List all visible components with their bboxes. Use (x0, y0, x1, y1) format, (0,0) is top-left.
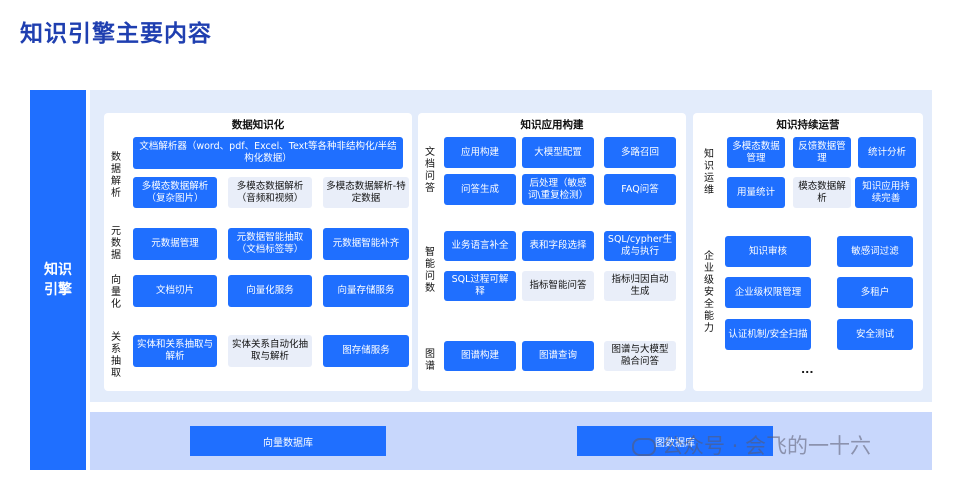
sql-explain-box: SQL过程可解释 (444, 271, 516, 301)
multi-recall-box: 多路召回 (604, 137, 676, 168)
model-config-box: 大模型配置 (522, 137, 594, 168)
vec-service-box: 向量化服务 (228, 275, 312, 307)
sensitive-box: 敏感词过滤 (837, 236, 913, 267)
group-label-graph: 图谱 (425, 349, 435, 372)
panel-heading: 知识持续运营 (776, 119, 840, 131)
auth-box: 认证机制/安全扫描 (725, 319, 811, 350)
panel-operations: 知识持续运营 知识运维 企业级安全能力 多模态数据管理 反馈数据管理 统计分析 … (693, 113, 923, 391)
wechat-icon (632, 438, 656, 456)
graph-query-box: 图谱查询 (522, 341, 594, 371)
biz-lang-box: 业务语言补全 (444, 231, 516, 261)
mm-audio-video-box: 多模态数据解析（音频和视频） (228, 177, 312, 208)
qa-gen-box: 问答生成 (444, 174, 516, 205)
more-ellipsis: ... (801, 363, 814, 376)
meta-fill-box: 元数据智能补齐 (323, 228, 409, 260)
vector-db-box: 向量数据库 (190, 426, 386, 456)
meta-extract-box: 元数据智能抽取（文档标签等） (228, 228, 312, 260)
sql-gen-box: SQL/cypher生成与执行 (604, 231, 676, 261)
group-label-metadata: 元数据 (111, 226, 121, 261)
feedback-box: 反馈数据管理 (793, 137, 851, 168)
knowledge-engine-label: 知识引擎 (30, 90, 86, 470)
panel-app-build: 知识应用构建 文档问答 智能问数 图谱 应用构建 大模型配置 多路召回 问答生成… (418, 113, 686, 391)
group-label-relation-extract: 关系抽取 (111, 332, 121, 379)
post-process-box: 后处理（敏感词\重复检测） (522, 174, 594, 205)
group-label-ops: 知识运维 (704, 149, 714, 196)
graph-store-box: 图存储服务 (323, 335, 409, 367)
side-label-text: 知识引擎 (44, 262, 72, 298)
group-label-smart-data: 智能问数 (425, 247, 435, 294)
panel-heading: 知识应用构建 (520, 119, 584, 131)
app-improve-box: 知识应用持续完善 (855, 177, 917, 208)
faq-box: FAQ问答 (604, 174, 676, 205)
group-label-vectorize: 向量化 (111, 275, 121, 310)
mm-parse-box: 模态数据解析 (793, 177, 851, 208)
perm-box: 企业级权限管理 (725, 277, 811, 308)
vec-store-box: 向量存储服务 (323, 275, 409, 307)
mm-manage-box: 多模态数据管理 (727, 137, 785, 168)
graph-build-box: 图谱构建 (444, 341, 516, 371)
panel-heading: 数据知识化 (231, 119, 285, 131)
group-label-data-parse: 数据解析 (111, 152, 121, 199)
table-field-box: 表和字段选择 (522, 231, 594, 261)
mm-image-box: 多模态数据解析（复杂图片） (133, 177, 217, 208)
watermark: 公众号 · 会飞的一十六 (632, 430, 871, 460)
doc-slice-box: 文档切片 (133, 275, 217, 307)
review-box: 知识审核 (725, 236, 811, 267)
metric-attr-box: 指标归因自动生成 (604, 271, 676, 301)
meta-manage-box: 元数据管理 (133, 228, 217, 260)
watermark-text: 公众号 · 会飞的一十六 (662, 434, 872, 458)
tenant-box: 多租户 (837, 277, 913, 308)
usage-box: 用量统计 (727, 177, 785, 208)
page-title: 知识引擎主要内容 (20, 21, 212, 47)
metric-qa-box: 指标智能问答 (522, 271, 594, 301)
sec-test-box: 安全测试 (837, 319, 913, 350)
entity-extract-box: 实体和关系抽取与解析 (133, 335, 217, 367)
stats-box: 统计分析 (858, 137, 916, 168)
group-label-doc-qa: 文档问答 (425, 147, 435, 194)
mm-specific-box: 多模态数据解析-特定数据 (323, 177, 409, 208)
panel-data-knowledge: 数据知识化 数据解析 元数据 向量化 关系抽取 文档解析器（word、pdf、E… (104, 113, 412, 391)
entity-auto-box: 实体关系自动化抽取与解析 (228, 335, 312, 367)
doc-parser-box: 文档解析器（word、pdf、Excel、Text等各种非结构化/半结构化数据） (133, 137, 403, 169)
graph-llm-box: 图谱与大模型融合问答 (604, 341, 676, 371)
app-build-box: 应用构建 (444, 137, 516, 168)
group-label-security: 企业级安全能力 (704, 251, 714, 334)
